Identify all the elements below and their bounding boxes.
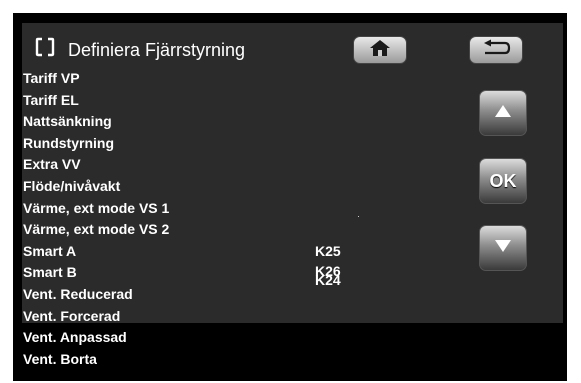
display-screen: Definiera Fjärrstyrning OK Tariff VP Tar… [13, 13, 567, 381]
list-item[interactable]: Tariff VP [23, 70, 80, 86]
home-button[interactable] [353, 36, 407, 64]
stray-pixel [358, 216, 359, 217]
down-arrow-icon [494, 239, 512, 258]
list-item[interactable]: Vent. Reducerad [23, 286, 133, 302]
ok-label: OK [489, 170, 517, 191]
list-item[interactable]: Värme, ext mode VS 1 [23, 200, 169, 216]
list-item[interactable]: Tariff EL [23, 92, 79, 108]
list-item[interactable]: Extra VV [23, 156, 81, 172]
ok-button[interactable]: OK [479, 158, 527, 204]
list-item[interactable]: Värme, ext mode VS 2 [23, 221, 169, 237]
list-item[interactable]: Vent. Borta [23, 351, 97, 367]
value-vent-reducerad: K24 [315, 272, 341, 288]
scroll-down-button[interactable] [479, 225, 527, 271]
page-title: Definiera Fjärrstyrning [68, 40, 246, 60]
back-arrow-icon [479, 39, 513, 62]
list-item[interactable]: Vent. Anpassad [23, 329, 127, 345]
list-item[interactable]: Smart A [23, 243, 76, 259]
list-item[interactable]: Rundstyrning [23, 135, 114, 151]
value-smart-a: K25 [315, 243, 341, 259]
back-button[interactable] [469, 36, 523, 64]
list-item[interactable]: Nattsänkning [23, 113, 112, 129]
up-arrow-icon [494, 104, 512, 123]
home-icon [369, 39, 391, 62]
scroll-up-button[interactable] [479, 90, 527, 136]
remote-frame-icon [35, 37, 55, 57]
list-item[interactable]: Smart B [23, 264, 77, 280]
list-item[interactable]: Vent. Forcerad [23, 308, 120, 324]
list-item[interactable]: Flöde/nivåvakt [23, 178, 120, 194]
